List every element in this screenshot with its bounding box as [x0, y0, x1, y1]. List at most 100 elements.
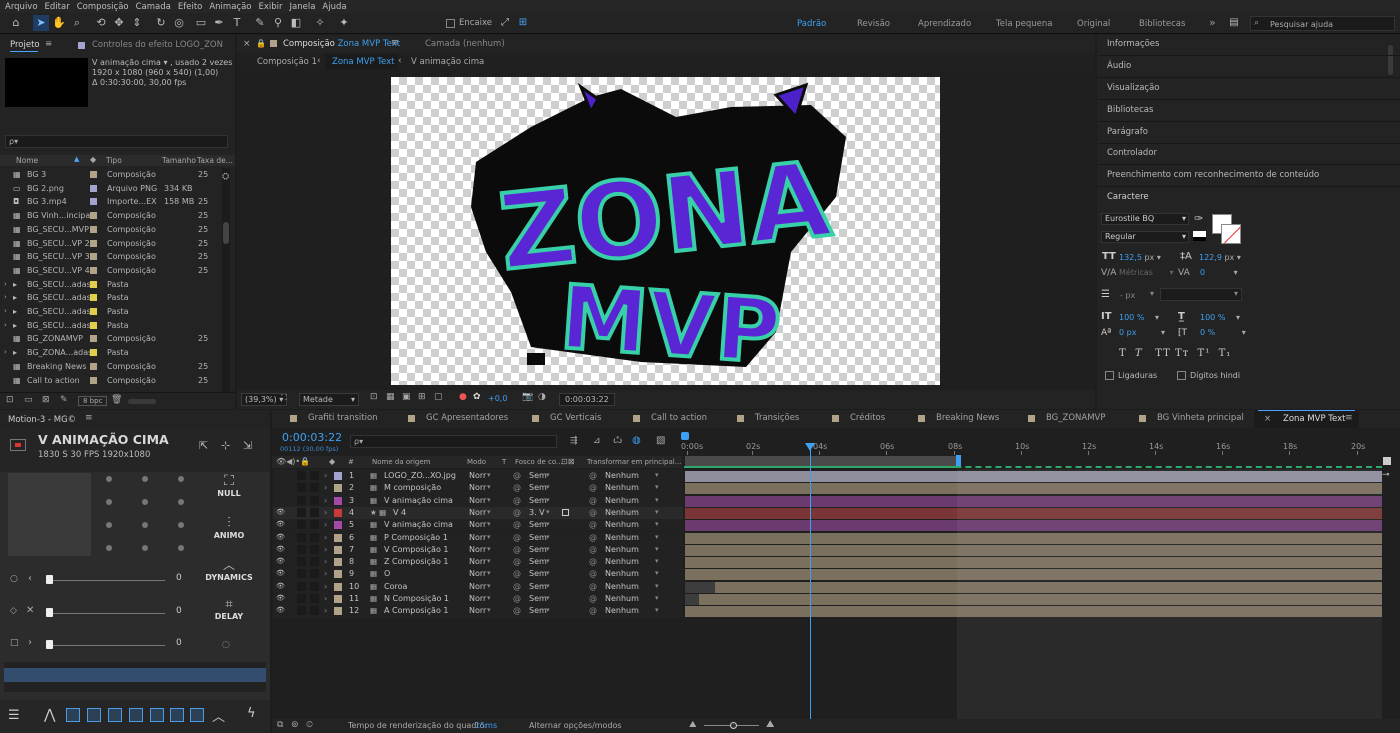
project-item[interactable]: › ▸ BG_SECU...adas Pasta [0, 305, 230, 319]
ease-preset-7-icon[interactable] [190, 708, 204, 722]
layer-solo-toggle[interactable] [297, 594, 306, 603]
new-folder-icon[interactable]: ▭ [24, 395, 33, 405]
motion-menu-icon[interactable]: ≡ [85, 413, 93, 423]
layer-matte-dropdown-icon[interactable]: ▾ [546, 533, 550, 541]
eyedropper-icon[interactable]: ✑ [1194, 212, 1203, 225]
layer-mode[interactable]: Norr [469, 582, 486, 591]
layer-row[interactable]: 👁 › 10 ▦ Coroa Norr ▾ @ Sem ▾ @ Nenhum ▾ [273, 580, 683, 593]
layer-solo-toggle[interactable] [297, 544, 306, 554]
layer-label-swatch[interactable] [334, 521, 342, 530]
layer-mode-dropdown-icon[interactable]: ▾ [487, 545, 491, 553]
work-area-end-handle[interactable] [956, 455, 961, 466]
timeline-timecode[interactable]: 0:00:03:22 [282, 431, 342, 444]
right-panel-item[interactable]: Controlador [1107, 148, 1157, 158]
flowchart-icon[interactable]: ⛭ [222, 172, 229, 182]
stroke-color-swatch[interactable] [1221, 224, 1241, 244]
layer-visibility-icon[interactable]: 👁 [276, 520, 285, 528]
item-label-swatch[interactable] [90, 171, 97, 180]
timeline-tab[interactable]: Grafiti transition [308, 413, 378, 423]
all-caps-button[interactable]: TT [1155, 348, 1171, 359]
layer-mode-dropdown-icon[interactable]: ▾ [487, 483, 491, 491]
layer-row[interactable]: 👁 › 8 ▦ Z Composição 1 Norr ▾ @ Sem ▾ @ … [273, 556, 683, 569]
layer-expand-icon[interactable]: › [324, 606, 327, 615]
ease-preset-2-icon[interactable] [87, 708, 101, 722]
project-item[interactable]: ▦ BG_SECU...VP 2 Composição 25 [0, 237, 230, 251]
layer-parent[interactable]: Nenhum [605, 545, 639, 554]
expand-icon[interactable]: › [4, 293, 7, 301]
layer-mode[interactable]: Norr [469, 483, 486, 492]
workspace-bibliotecas[interactable]: Bibliotecas [1139, 19, 1185, 29]
right-scrollbar[interactable] [1388, 45, 1393, 75]
crumb-left-icon[interactable]: ‹ [317, 56, 321, 66]
layer-parent-dropdown-icon[interactable]: ▾ [655, 606, 659, 614]
graph-editor-icon[interactable]: ▧ [656, 435, 665, 446]
ligatures-checkbox[interactable] [1105, 371, 1114, 380]
project-item[interactable]: › ▸ BG_SECU...adas Pasta [0, 291, 230, 305]
faux-italic-button[interactable]: T [1135, 348, 1143, 359]
layer-parent[interactable]: Nenhum [605, 606, 639, 615]
layer-solo-toggle[interactable] [297, 471, 306, 480]
comp-canvas[interactable]: ZONA MVP [391, 77, 940, 385]
layer-parent-dropdown-icon[interactable]: ▾ [655, 545, 659, 553]
layer-mode[interactable]: Norr [469, 471, 486, 480]
layer-matte[interactable]: Sem [529, 569, 547, 578]
layer-matte-dropdown-icon[interactable]: ▾ [546, 508, 550, 516]
expand-icon[interactable]: › [4, 280, 7, 288]
project-item[interactable]: ▭ BG 2.png Arquivo PNG 334 KB [0, 182, 230, 196]
layer-expand-icon[interactable]: › [324, 520, 327, 529]
layer-name[interactable]: N Composição 1 [384, 594, 449, 603]
comp-end-marker-icon[interactable] [1383, 457, 1391, 465]
layer-parent[interactable]: Nenhum [605, 471, 639, 480]
project-item[interactable]: › ▸ BG_ZONA...adas Pasta [0, 346, 230, 360]
layer-mode[interactable]: Norr [469, 569, 486, 578]
timeline-tab[interactable]: GC Apresentadores [426, 413, 508, 423]
layer-parent[interactable]: Nenhum [605, 508, 639, 517]
ease-circle-icon[interactable]: ○ [10, 574, 18, 584]
layer-row[interactable]: 👁 › 7 ▦ V Composição 1 Norr ▾ @ Sem ▾ @ … [273, 543, 683, 557]
help-search-input[interactable]: ⌕ Pesquisar ajuda [1250, 16, 1395, 31]
layer-row[interactable]: 👁 › 6 ▦ P Composição 1 Norr ▾ @ Sem ▾ @ … [273, 531, 683, 544]
layer-mode-dropdown-icon[interactable]: ▾ [487, 582, 491, 590]
layer-matte[interactable]: Sem [529, 545, 547, 554]
superscript-button[interactable]: T¹ [1198, 348, 1211, 359]
menu-composicao[interactable]: Composição [77, 2, 129, 12]
layer-mode[interactable]: Norr [469, 606, 486, 615]
lightning-icon[interactable]: ϟ [247, 706, 256, 721]
tab-zona-mvp-text[interactable]: Zona MVP Text [1283, 414, 1346, 424]
move-anchor-icon[interactable]: ⇕ [129, 15, 145, 31]
slider-value-3[interactable]: 0 [176, 638, 182, 648]
close-comp-tab-icon[interactable]: × [243, 39, 251, 49]
layer-parent-dropdown-icon[interactable]: ▾ [655, 569, 659, 577]
project-search-input[interactable]: ρ▾ [5, 135, 228, 148]
stroke-width-dropdown[interactable]: ▾ [1150, 289, 1154, 298]
toggle-switches-modes[interactable]: Alternar opções/modos [529, 721, 622, 730]
motion-blur-icon[interactable]: ◍ [632, 435, 641, 446]
layer-matte[interactable]: Sem [529, 594, 547, 603]
layer-solo-toggle[interactable] [297, 507, 306, 517]
parent-pickwhip-icon[interactable]: @ [589, 606, 597, 615]
black-white-swatch-icon[interactable] [1193, 231, 1206, 241]
snap-arrows-icon[interactable]: ⤢ [497, 15, 513, 31]
layer-name[interactable]: P Composição 1 [384, 533, 448, 542]
timeline-tab[interactable]: BG_ZONAMVP [1046, 413, 1105, 423]
layer-lock-toggle[interactable] [310, 532, 319, 542]
slider-track-2[interactable] [46, 608, 165, 617]
parent-pickwhip-icon[interactable]: @ [589, 496, 597, 505]
expand-icon[interactable]: › [4, 348, 7, 356]
selection-tool-icon[interactable]: ➤ [33, 15, 49, 31]
layer-expand-icon[interactable]: › [324, 483, 327, 492]
layer-label-swatch[interactable] [334, 582, 342, 591]
menu-camada[interactable]: Camada [136, 2, 171, 12]
zoom-in-icon[interactable]: ⛰ [766, 719, 774, 730]
layer-parent-dropdown-icon[interactable]: ▾ [655, 471, 659, 479]
layer-parent-dropdown-icon[interactable]: ▾ [655, 533, 659, 541]
layer-row[interactable]: › 3 ▦ V animação cima Norr ▾ @ Sem ▾ @ N… [273, 494, 683, 507]
col-rate[interactable]: Taxa de... [197, 156, 233, 165]
shy-icon[interactable]: ѽ [613, 436, 622, 446]
item-label-swatch[interactable] [90, 335, 97, 344]
item-label-swatch[interactable] [90, 198, 97, 207]
matte-toggle-icon[interactable] [562, 508, 569, 516]
vertical-scale-field[interactable]: 100 % ▾ [1119, 313, 1159, 322]
project-item[interactable]: ▦ Call to action Composição 25 [0, 374, 230, 388]
layer-mode-dropdown-icon[interactable]: ▾ [487, 520, 491, 528]
